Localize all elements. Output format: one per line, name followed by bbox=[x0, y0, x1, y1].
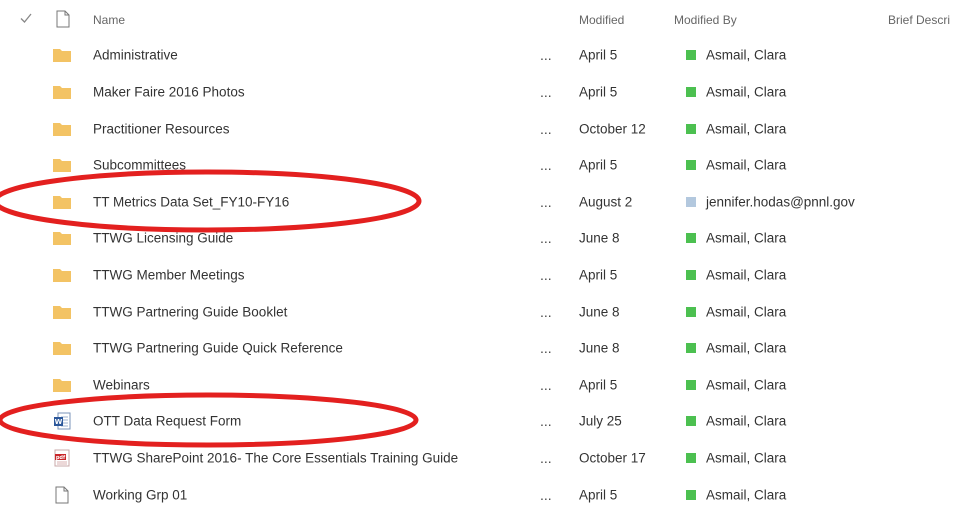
column-header-brief-description[interactable]: Brief Descri bbox=[888, 13, 950, 27]
svg-text:pdf: pdf bbox=[56, 455, 66, 461]
modified-by[interactable]: Asmail, Clara bbox=[706, 450, 786, 465]
item-name[interactable]: Administrative bbox=[93, 48, 178, 63]
more-options-button[interactable]: ... bbox=[540, 340, 552, 356]
svg-text:W: W bbox=[55, 419, 63, 427]
folder-icon[interactable] bbox=[52, 265, 72, 285]
item-name[interactable]: TTWG Partnering Guide Quick Reference bbox=[93, 341, 343, 356]
item-name[interactable]: Working Grp 01 bbox=[93, 487, 187, 502]
more-options-button[interactable]: ... bbox=[540, 487, 552, 503]
more-options-button[interactable]: ... bbox=[540, 194, 552, 210]
item-name[interactable]: TTWG Licensing Guide bbox=[93, 231, 233, 246]
folder-icon[interactable] bbox=[52, 302, 72, 322]
modified-date: June 8 bbox=[579, 230, 620, 246]
modified-date: April 5 bbox=[579, 47, 618, 63]
column-header-modified[interactable]: Modified bbox=[579, 13, 624, 27]
folder-icon[interactable] bbox=[52, 228, 72, 248]
folder-icon[interactable] bbox=[52, 82, 72, 102]
item-name[interactable]: TTWG Member Meetings bbox=[93, 267, 245, 282]
presence-indicator-icon bbox=[686, 50, 696, 61]
more-options-button[interactable]: ... bbox=[540, 413, 552, 429]
document-icon[interactable] bbox=[56, 10, 70, 28]
modified-date: October 17 bbox=[579, 450, 646, 466]
more-options-button[interactable]: ... bbox=[540, 377, 552, 393]
more-options-button[interactable]: ... bbox=[540, 47, 552, 63]
list-item[interactable]: Working Grp 01... April 5 Asmail, Clara bbox=[0, 476, 954, 513]
list-item[interactable]: TT Metrics Data Set_FY10-FY16... August 2… bbox=[0, 183, 954, 220]
modified-date: June 8 bbox=[579, 340, 620, 356]
modified-by[interactable]: Asmail, Clara bbox=[706, 48, 786, 63]
folder-icon[interactable] bbox=[52, 338, 72, 358]
item-name[interactable]: TTWG Partnering Guide Booklet bbox=[93, 304, 287, 319]
modified-by[interactable]: Asmail, Clara bbox=[706, 377, 786, 392]
item-name[interactable]: TTWG SharePoint 2016- The Core Essential… bbox=[93, 450, 458, 465]
modified-by[interactable]: Asmail, Clara bbox=[706, 414, 786, 429]
item-name[interactable]: Practitioner Resources bbox=[93, 121, 230, 136]
list-item[interactable]: Maker Faire 2016 Photos... April 5 Asmail,… bbox=[0, 74, 954, 111]
presence-indicator-icon bbox=[686, 123, 696, 134]
more-options-button[interactable]: ... bbox=[540, 121, 552, 137]
modified-by[interactable]: Asmail, Clara bbox=[706, 84, 786, 99]
modified-by[interactable]: Asmail, Clara bbox=[706, 304, 786, 319]
presence-indicator-icon bbox=[686, 196, 696, 207]
list-item[interactable]: TTWG Licensing Guide... June 8 Asmail, Cla… bbox=[0, 220, 954, 257]
modified-date: October 12 bbox=[579, 121, 646, 137]
modified-date: July 25 bbox=[579, 413, 622, 429]
pdf-icon[interactable]: pdf bbox=[52, 448, 72, 468]
presence-indicator-icon bbox=[686, 379, 696, 390]
list-item[interactable]: W OTT Data Request Form... July 25 Asmail, … bbox=[0, 403, 954, 440]
list-item[interactable]: TTWG Member Meetings... April 5 Asmail, Cl… bbox=[0, 257, 954, 294]
modified-date: April 5 bbox=[579, 487, 618, 503]
item-name[interactable]: Maker Faire 2016 Photos bbox=[93, 84, 245, 99]
folder-icon[interactable] bbox=[52, 45, 72, 65]
modified-date: August 2 bbox=[579, 194, 633, 210]
more-options-button[interactable]: ... bbox=[540, 267, 552, 283]
presence-indicator-icon bbox=[686, 160, 696, 171]
column-header-modified-by[interactable]: Modified By bbox=[674, 13, 737, 27]
presence-indicator-icon bbox=[686, 343, 696, 354]
modified-date: April 5 bbox=[579, 267, 618, 283]
presence-indicator-icon bbox=[686, 489, 696, 500]
more-options-button[interactable]: ... bbox=[540, 304, 552, 320]
presence-indicator-icon bbox=[686, 86, 696, 97]
item-name[interactable]: Subcommittees bbox=[93, 158, 186, 173]
presence-indicator-icon bbox=[686, 269, 696, 280]
item-name[interactable]: TT Metrics Data Set_FY10-FY16 bbox=[93, 194, 289, 209]
folder-icon[interactable] bbox=[52, 192, 72, 212]
modified-by[interactable]: Asmail, Clara bbox=[706, 267, 786, 282]
more-options-button[interactable]: ... bbox=[540, 450, 552, 466]
more-options-button[interactable]: ... bbox=[540, 157, 552, 173]
list-item[interactable]: Practitioner Resources... October 12 Asmai… bbox=[0, 110, 954, 147]
word-document-icon[interactable]: W bbox=[52, 411, 72, 431]
list-item[interactable]: Webinars... April 5 Asmail, Clara bbox=[0, 366, 954, 403]
column-header-name[interactable]: Name bbox=[93, 13, 125, 27]
item-name[interactable]: OTT Data Request Form bbox=[93, 414, 241, 429]
modified-date: April 5 bbox=[579, 84, 618, 100]
modified-by[interactable]: Asmail, Clara bbox=[706, 341, 786, 356]
modified-date: April 5 bbox=[579, 377, 618, 393]
modified-by[interactable]: jennifer.hodas@pnnl.gov bbox=[706, 194, 855, 209]
item-name[interactable]: Webinars bbox=[93, 377, 150, 392]
list-header: Name Modified Modified By Brief Descri bbox=[0, 0, 954, 38]
more-options-button[interactable]: ... bbox=[540, 230, 552, 246]
presence-indicator-icon bbox=[686, 452, 696, 463]
folder-icon[interactable] bbox=[52, 119, 72, 139]
check-icon[interactable] bbox=[19, 11, 33, 25]
presence-indicator-icon bbox=[686, 416, 696, 427]
folder-icon[interactable] bbox=[52, 375, 72, 395]
modified-by[interactable]: Asmail, Clara bbox=[706, 231, 786, 246]
list-item[interactable]: Administrative... April 5 Asmail, Clara bbox=[0, 37, 954, 74]
list-item[interactable]: Subcommittees... April 5 Asmail, Clara bbox=[0, 147, 954, 184]
presence-indicator-icon bbox=[686, 306, 696, 317]
folder-icon[interactable] bbox=[52, 155, 72, 175]
modified-by[interactable]: Asmail, Clara bbox=[706, 158, 786, 173]
more-options-button[interactable]: ... bbox=[540, 84, 552, 100]
list-item[interactable]: TTWG Partnering Guide Booklet... June 8 As… bbox=[0, 293, 954, 330]
modified-by[interactable]: Asmail, Clara bbox=[706, 487, 786, 502]
modified-date: June 8 bbox=[579, 304, 620, 320]
presence-indicator-icon bbox=[686, 233, 696, 244]
list-item[interactable]: pdf TTWG SharePoint 2016- The Core Essent… bbox=[0, 440, 954, 477]
list-item[interactable]: TTWG Partnering Guide Quick Reference...… bbox=[0, 330, 954, 367]
modified-date: April 5 bbox=[579, 157, 618, 173]
modified-by[interactable]: Asmail, Clara bbox=[706, 121, 786, 136]
